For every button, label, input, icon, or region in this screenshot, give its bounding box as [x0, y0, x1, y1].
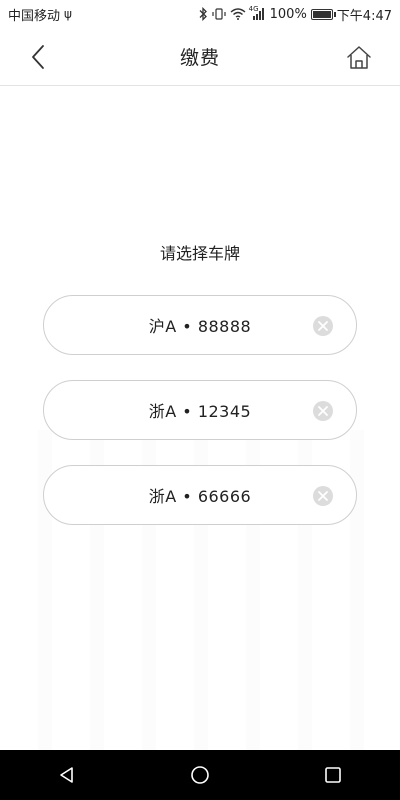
- status-bar: 中国移动 ψ 4G 100% 下午4:47: [0, 0, 400, 28]
- clock: 下午4:47: [336, 8, 392, 24]
- triangle-back-icon: [59, 767, 73, 783]
- chevron-left-icon: [32, 45, 44, 69]
- plate-item[interactable]: 沪A • 88888: [43, 295, 357, 355]
- home-icon: [347, 46, 371, 69]
- screen: 中国移动 ψ 4G 100% 下午4:47 缴费 请选择车牌 沪A • 8888…: [0, 0, 400, 800]
- system-back-button[interactable]: [52, 760, 82, 790]
- system-recent-apps-button[interactable]: [318, 760, 348, 790]
- plate-label: 浙A • 66666: [148, 487, 252, 506]
- status-left: 中国移动 ψ: [0, 5, 72, 24]
- clear-plate-button[interactable]: [312, 400, 334, 422]
- system-home-button[interactable]: [185, 760, 215, 790]
- status-right: 4G 100% 下午4:47: [198, 5, 400, 24]
- clear-plate-button[interactable]: [312, 485, 334, 507]
- plate-label: 浙A • 12345: [148, 402, 252, 421]
- network-type-label: 4G: [248, 5, 259, 13]
- circle-home-icon: [191, 766, 209, 784]
- battery-percent: 100%: [269, 6, 307, 22]
- battery-icon: [310, 8, 336, 20]
- clear-circle-icon: [313, 401, 333, 421]
- page-title: 缴费: [179, 47, 220, 69]
- vibrate-icon: [212, 8, 226, 20]
- clear-circle-icon: [313, 316, 333, 336]
- back-button[interactable]: [24, 42, 54, 72]
- select-plate-prompt: 请选择车牌: [159, 244, 240, 263]
- usb-icon: ψ: [64, 7, 72, 21]
- plate-list: 沪A • 88888 浙A • 12345 浙A • 66666: [43, 295, 357, 550]
- clear-plate-button[interactable]: [312, 315, 334, 337]
- battery-fill: [312, 10, 331, 18]
- clear-circle-icon: [313, 486, 333, 506]
- carrier-label: 中国移动: [8, 8, 61, 24]
- plate-label: 沪A • 88888: [148, 317, 252, 336]
- navigation-bar: 缴费: [0, 28, 400, 86]
- wifi-icon: [230, 8, 246, 20]
- home-button[interactable]: [344, 43, 374, 73]
- system-navigation-bar: [0, 750, 400, 800]
- signal-icon: 4G: [248, 5, 266, 20]
- square-recent-icon: [325, 767, 342, 783]
- plate-item[interactable]: 浙A • 12345: [43, 380, 357, 440]
- bluetooth-icon: [198, 7, 208, 21]
- plate-item[interactable]: 浙A • 66666: [43, 465, 357, 525]
